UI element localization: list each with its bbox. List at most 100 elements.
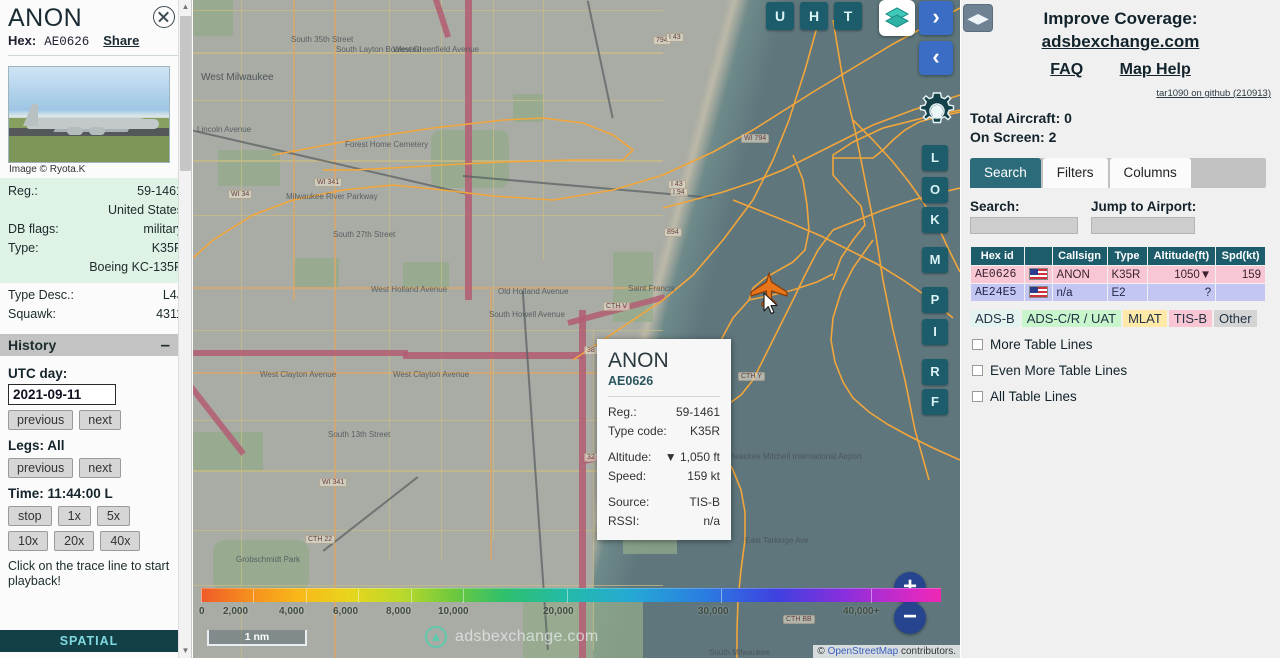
playback-1x-button[interactable]: 1x	[57, 506, 91, 526]
table-header-row: Hex id Callsign Type Altitude(ft) Spd(kt…	[970, 246, 1266, 266]
map-place-label: South Howell Avenue	[489, 310, 565, 319]
map-button-p[interactable]: P	[922, 287, 948, 313]
map-button-o[interactable]: O	[922, 177, 948, 203]
playback-time-label: Time: 11:44:00 L	[8, 486, 113, 501]
day-previous-button[interactable]: previous	[8, 410, 74, 430]
map-place-label: West Clayton Avenue	[260, 370, 337, 379]
day-next-button[interactable]: next	[79, 410, 121, 430]
more-table-lines-row[interactable]: More Table Lines	[972, 337, 1280, 352]
column-header-speed[interactable]: Spd(kt)	[1215, 246, 1266, 266]
map-help-link[interactable]: Map Help	[1120, 61, 1191, 78]
map-place-label: West Clayton Avenue	[393, 370, 470, 379]
chevron-right-icon[interactable]: ›	[919, 1, 953, 35]
map-button-i[interactable]: I	[922, 319, 948, 345]
minus-icon[interactable]: –	[161, 336, 170, 353]
github-link[interactable]: tar1090 on github (210913)	[1156, 88, 1271, 99]
chevron-left-icon[interactable]: ‹	[919, 41, 953, 75]
all-table-lines-checkbox[interactable]	[972, 391, 983, 402]
tab-columns[interactable]: Columns	[1109, 158, 1191, 188]
playback-5x-button[interactable]: 5x	[96, 506, 131, 526]
aircraft-header: ANON Hex: AE0626 Share	[0, 0, 191, 58]
map-place-label: Grobschmidt Park	[236, 555, 301, 564]
popup-row: Altitude: ▼ 1,050 ft	[608, 448, 720, 467]
popup-value: 59-1461	[675, 405, 720, 419]
playback-stop-button[interactable]: stop	[8, 506, 52, 526]
legs-previous-button[interactable]: previous	[8, 458, 74, 478]
legend-tisb: TIS-B	[1168, 310, 1213, 327]
zoom-out-button[interactable]: −	[894, 602, 926, 634]
photo-grass-foreground	[9, 136, 169, 162]
us-flag-icon	[1023, 265, 1053, 284]
altitude-tick-label: 20,000	[543, 606, 574, 617]
even-more-table-lines-row[interactable]: Even More Table Lines	[972, 363, 1280, 378]
gear-icon[interactable]	[915, 89, 959, 133]
cell-hex: AE0626	[970, 265, 1025, 284]
jump-to-airport-input[interactable]	[1091, 217, 1195, 234]
playback-20x-button[interactable]: 20x	[54, 531, 95, 551]
openstreetmap-link[interactable]: OpenStreetMap	[828, 646, 899, 657]
popup-label: Type code:	[608, 424, 667, 438]
map-place-label: South 27th Street	[333, 230, 396, 239]
popup-row: Speed: 159 kt	[608, 467, 720, 486]
info-value-model: Boeing KC-135R	[89, 260, 183, 274]
aircraft-popup: ANON AE0626 Reg.: 59-1461 Type code: K35…	[597, 339, 731, 540]
info-row: DB flags: military	[8, 220, 183, 239]
map-button-m[interactable]: M	[922, 247, 948, 273]
column-header-altitude[interactable]: Altitude(ft)	[1146, 246, 1217, 266]
legend-other: Other	[1214, 310, 1257, 327]
info-label: Type:	[8, 241, 39, 255]
map-button-t[interactable]: T	[834, 2, 862, 30]
trace-line	[722, 229, 834, 409]
total-aircraft-count: Total Aircraft: 0	[970, 110, 1072, 126]
more-table-lines-checkbox[interactable]	[972, 339, 983, 350]
column-header-flag[interactable]	[1023, 246, 1053, 266]
map-canvas[interactable]: West MilwaukeeWest Greenfield AvenueDani…	[193, 0, 960, 658]
panel-tabs: Search Filters Columns	[970, 158, 1266, 188]
search-input[interactable]	[970, 217, 1078, 234]
history-body: UTC day: previous next Legs: All previou…	[0, 356, 191, 589]
spatial-banner[interactable]: SPATIAL	[0, 630, 178, 652]
improve-coverage-heading: Improve Coverage: adsbexchange.com	[961, 0, 1280, 53]
column-header-callsign[interactable]: Callsign	[1051, 246, 1108, 266]
faq-link[interactable]: FAQ	[1050, 61, 1083, 78]
history-section-header[interactable]: History –	[0, 334, 178, 356]
tab-search[interactable]: Search	[970, 158, 1041, 188]
map-button-f[interactable]: F	[922, 389, 948, 415]
history-section-title: History	[8, 337, 57, 353]
photo-plane-engine-1	[67, 127, 83, 135]
aircraft-table: Hex id Callsign Type Altitude(ft) Spd(kt…	[970, 246, 1266, 302]
map-button-u[interactable]: U	[766, 2, 794, 30]
even-more-table-lines-checkbox[interactable]	[972, 365, 983, 376]
close-icon[interactable]	[153, 6, 175, 28]
playback-10x-button[interactable]: 10x	[8, 531, 49, 551]
map-route-shield: 32	[584, 453, 598, 462]
scroll-down-icon[interactable]: ▼	[179, 644, 191, 658]
collapse-arrows-icon[interactable]: ◀▶	[963, 4, 993, 32]
map-button-l[interactable]: L	[922, 145, 948, 171]
even-more-table-lines-label: Even More Table Lines	[990, 363, 1128, 378]
tab-filters[interactable]: Filters	[1042, 158, 1108, 188]
utc-day-input[interactable]	[8, 384, 116, 405]
layers-icon[interactable]	[879, 0, 915, 36]
info-value-country: United States	[107, 203, 183, 217]
map-button-h[interactable]: H	[800, 2, 828, 30]
sidebar-scrollbar-thumb[interactable]	[180, 16, 191, 171]
scroll-up-icon[interactable]: ▲	[179, 0, 191, 14]
cell-altitude: 1050▼	[1146, 265, 1217, 284]
map-button-k[interactable]: K	[922, 207, 948, 233]
column-header-type[interactable]: Type	[1106, 246, 1148, 266]
column-header-hex[interactable]: Hex id	[970, 246, 1025, 266]
adsbexchange-link[interactable]: adsbexchange.com	[1042, 32, 1200, 51]
popup-label: Reg.:	[608, 405, 637, 419]
info-row: Squawk: 4311	[8, 305, 183, 324]
aircraft-trace-overlay	[193, 5, 960, 658]
table-row[interactable]: AE24E5 n/a E2 ?	[970, 283, 1266, 302]
map-button-r[interactable]: R	[922, 359, 948, 385]
table-row[interactable]: AE0626 ANON K35R 1050▼ 159	[970, 265, 1266, 284]
legs-next-button[interactable]: next	[79, 458, 121, 478]
playback-40x-button[interactable]: 40x	[100, 531, 141, 551]
all-table-lines-row[interactable]: All Table Lines	[972, 389, 1280, 404]
share-link[interactable]: Share	[103, 33, 139, 48]
popup-spacer	[608, 441, 720, 448]
attribution-suffix: contributors.	[898, 646, 956, 657]
